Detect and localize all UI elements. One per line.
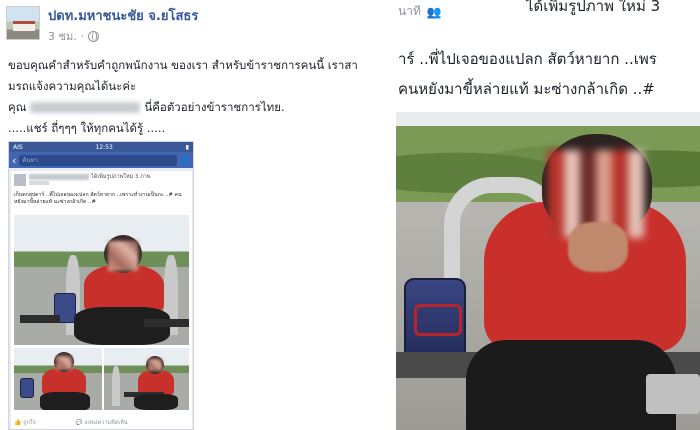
page-name-link[interactable]: ปดท.มหาชนะชัย จ.ยโสธร — [48, 5, 198, 26]
photo-thumb-2 — [104, 348, 189, 410]
zoomed-time-text: นาที — [398, 4, 421, 18]
poster-avatar — [14, 174, 26, 186]
zoomed-text-line: คนหยังมาขี้หล่ายแท้ มะซ่างกล้าเกิด ..# — [398, 80, 655, 98]
poster-action: ได้เพิ่มรูปภาพใหม่ 3 ภาพ — [91, 174, 151, 180]
post-text-line: ขอบคุณคำสำหรับคำถูกพนักงาน ของเรา สำหรับ… — [8, 58, 358, 72]
phone-status-bar: AIS 12:53 ▮ — [9, 142, 193, 152]
comment-button[interactable]: 💬 แสดงความคิดเห็น — [76, 419, 128, 427]
phone-search-field: ค้นหา — [19, 154, 178, 166]
share-text: .....แชร์ ถี่ๆๆๆ ให้ทุกคนได้รู้ ..... — [8, 121, 166, 135]
battery-icon: ▮ — [185, 143, 189, 151]
page-avatar[interactable] — [6, 6, 40, 40]
zoomed-title-fragment: ได้เพิ่มรูปภาพ ใหม่ 3 — [526, 0, 661, 15]
comment-icon: 💬 — [75, 420, 83, 426]
zoomed-post-text: าร์ ..พี่ไปเจอของแปลก สัตว์หายาก ..เพร ค… — [398, 44, 698, 104]
zoomed-post-header: นาที 👥 ได้เพิ่มรูปภาพ ใหม่ 3 — [396, 0, 700, 30]
globe-icon — [88, 30, 100, 42]
phone-post-card: ได้เพิ่มรูปภาพใหม่ 3 ภาพ เก็บตกสุปตาร์ .… — [11, 171, 192, 429]
phone-clock: 12:53 — [95, 143, 113, 151]
blurred-name — [30, 102, 141, 113]
post-text-line: มรถแจ้งความคุณได้นะค่ะ — [8, 79, 137, 93]
photo-thumb-1 — [14, 348, 102, 410]
phone-post-actions: 👍 ถูกใจ 💬 แสดงความคิดเห็น — [14, 419, 189, 427]
comment-label: แสดงความคิดเห็น — [84, 420, 128, 426]
friends-icon: 👥 — [426, 4, 442, 19]
thumbs-up-icon: 👍 — [14, 419, 22, 426]
post-time[interactable]: 3 ชม. — [48, 27, 77, 45]
phone-nav-bar: ‹ ค้นหา 👤 — [9, 152, 193, 168]
zoomed-post-time: นาที 👥 — [398, 2, 442, 21]
post-text: ขอบคุณคำสำหรับคำถูกพนักงาน ของเรา สำหรับ… — [8, 56, 388, 119]
post-text-prefix: คุณ — [8, 100, 27, 114]
poster-time — [29, 181, 49, 185]
post-text-suffix: นี่คือตัวอย่างข้าราชการไทย. — [144, 100, 285, 114]
phone-post-text: เก็บตกสุปตาร์ ..พี่ไปเจอของแปลก สัตว์หาย… — [14, 192, 182, 205]
friends-icon: 👤 — [180, 155, 190, 165]
back-chevron-icon: ‹ — [12, 153, 17, 167]
zoomed-post-crop: นาที 👥 ได้เพิ่มรูปภาพ ใหม่ 3 าร์ ..พี่ไป… — [396, 0, 700, 430]
photo-main — [14, 215, 189, 345]
post-text-line: คุณ นี่คือตัวอย่างข้าราชการไทย. — [8, 98, 388, 117]
shared-phone-screenshot[interactable]: AIS 12:53 ▮ ‹ ค้นหา 👤 ได้เพิ่มรูปภาพใหม่… — [8, 141, 194, 430]
zoomed-text-line: าร์ ..พี่ไปเจอของแปลก สัตว์หายาก ..เพร — [398, 50, 657, 68]
like-label: ถูกใจ — [23, 420, 36, 426]
like-button[interactable]: 👍 ถูกใจ — [14, 419, 36, 427]
zoomed-photo — [396, 112, 700, 430]
facebook-post: ปดท.มหาชนะชัย จ.ยโสธร 3 ชม. · ขอบคุณคำสำ… — [0, 0, 395, 430]
backpack — [404, 278, 466, 360]
carrier-label: AIS — [13, 143, 23, 151]
blurred-poster-name — [29, 174, 89, 180]
post-meta: 3 ชม. · — [48, 27, 100, 45]
